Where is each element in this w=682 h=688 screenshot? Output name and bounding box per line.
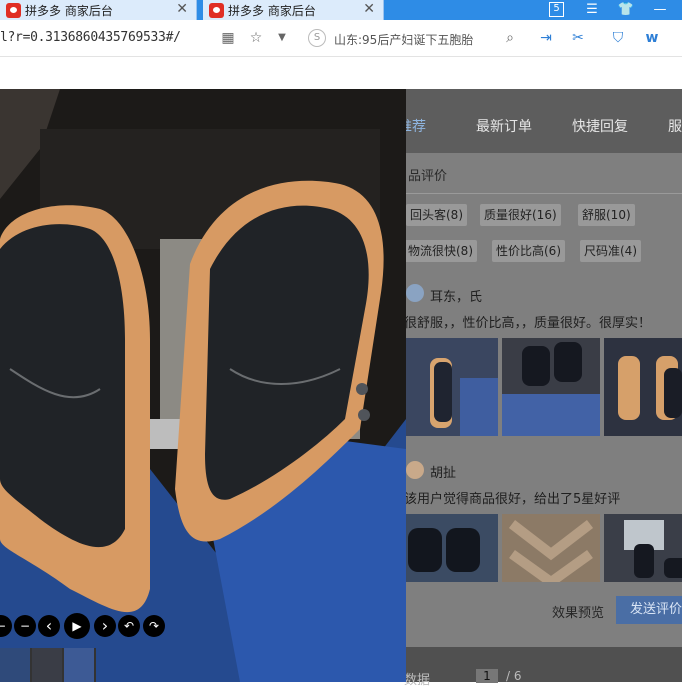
review-text: 很舒服，，性价比高，，质量很好。很厚实！ — [404, 316, 652, 331]
close-tab-icon[interactable]: ✕ — [363, 1, 375, 17]
viewer-controls: − − ‹ ▶ › ↶ ↷ — [0, 612, 170, 642]
review-text: 该用户觉得商品很好，给出了5星好评 — [404, 492, 621, 507]
avatar — [406, 461, 424, 479]
next-icon[interactable]: › — [94, 615, 116, 637]
review-image[interactable] — [502, 514, 600, 582]
url-field[interactable]: l?r=0.3136860435769533#/ — [0, 30, 181, 45]
review-image[interactable] — [604, 514, 682, 582]
tab-title: 拼多多 商家后台 — [228, 3, 316, 18]
zoom-out-icon[interactable]: − — [0, 615, 12, 637]
avatar — [406, 284, 424, 302]
dropdown-chevron-icon[interactable]: ▼ — [272, 28, 292, 48]
qr-code-icon[interactable]: ▦ — [218, 28, 238, 48]
scissors-icon[interactable]: ✂ — [568, 28, 588, 48]
review-image[interactable] — [604, 338, 682, 436]
page-label: 数据 — [404, 673, 431, 688]
browser-tab-1[interactable]: 拼多多 商家后台 ✕ — [0, 0, 197, 20]
browser-tab-bar: 拼多多 商家后台 ✕ 拼多多 商家后台 ✕ 5 ☰ 👕 — — [0, 0, 682, 20]
divider — [406, 193, 682, 194]
panel-title: 品评价 — [408, 169, 448, 184]
review-user-name: 耳东，氏 — [430, 290, 483, 305]
thumbnail[interactable] — [32, 648, 62, 682]
address-bar: l?r=0.3136860435769533#/ ▦ ☆ ▼ S 山东:95后产… — [0, 20, 682, 57]
review-panel: 品评价 回头客(8) 质量很好(16) 舒服(10) 物流很快(8) 性价比高(… — [400, 153, 682, 647]
page-total: / 6 — [506, 669, 522, 683]
browser-tab-2[interactable]: 拼多多 商家后台 ✕ — [203, 0, 384, 20]
office-w-icon[interactable]: w — [642, 28, 662, 48]
skin-shirt-icon[interactable]: 👕 — [614, 0, 638, 20]
image-viewer — [0, 89, 406, 682]
thumbnail-strip — [0, 648, 96, 682]
tag-repeat-customer[interactable]: 回头客(8) — [406, 204, 467, 226]
page-input[interactable]: 1 — [476, 669, 498, 683]
pinduoduo-logo-icon — [209, 2, 224, 18]
send-review-button[interactable]: 发送评价 — [616, 596, 682, 624]
tag-value[interactable]: 性价比高(6) — [492, 240, 565, 262]
tab-title: 拼多多 商家后台 — [25, 3, 113, 18]
news-source-icon: S — [308, 29, 326, 47]
zoom-reset-icon[interactable]: − — [14, 615, 36, 637]
preview-button[interactable]: 效果预览 — [552, 602, 604, 621]
nav-tab-quick-reply[interactable]: 快捷回复 — [572, 116, 628, 136]
rotate-right-icon[interactable]: ↷ — [143, 615, 165, 637]
window-count-badge[interactable]: 5 — [549, 2, 564, 17]
review-user-name: 胡扯 — [430, 466, 457, 481]
prev-icon[interactable]: ‹ — [38, 615, 60, 637]
tag-good-quality[interactable]: 质量很好(16) — [480, 204, 561, 226]
thumbnail[interactable] — [64, 648, 94, 682]
pagination-bar: 数据 1 / 6 — [404, 647, 682, 688]
minimize-icon[interactable]: — — [648, 0, 672, 20]
review-image[interactable] — [400, 338, 498, 436]
bookmark-star-icon[interactable]: ☆ — [246, 28, 266, 48]
menu-icon[interactable]: ☰ — [580, 0, 604, 20]
search-icon[interactable]: ⌕ — [500, 28, 520, 48]
tag-fast-shipping[interactable]: 物流很快(8) — [404, 240, 477, 262]
review-image[interactable] — [400, 514, 498, 582]
nav-tab-service[interactable]: 服 — [668, 116, 682, 136]
thumbnail[interactable] — [0, 648, 30, 682]
login-arrow-icon[interactable]: ⇥ — [536, 28, 556, 48]
review-image[interactable] — [502, 338, 600, 436]
top-nav: 推荐 最新订单 快捷回复 服 — [398, 89, 682, 153]
close-tab-icon[interactable]: ✕ — [176, 1, 188, 17]
tag-comfortable[interactable]: 舒服(10) — [578, 204, 635, 226]
play-icon[interactable]: ▶ — [64, 613, 90, 639]
rotate-left-icon[interactable]: ↶ — [118, 615, 140, 637]
nav-tab-latest-orders[interactable]: 最新订单 — [476, 116, 532, 136]
tag-size-accurate[interactable]: 尺码准(4) — [580, 240, 641, 262]
shield-icon[interactable]: ⛉ — [608, 28, 628, 48]
pinduoduo-logo-icon — [6, 2, 21, 18]
news-ticker[interactable]: 山东:95后产妇诞下五胞胎 — [334, 31, 473, 48]
product-photo — [0, 89, 406, 682]
